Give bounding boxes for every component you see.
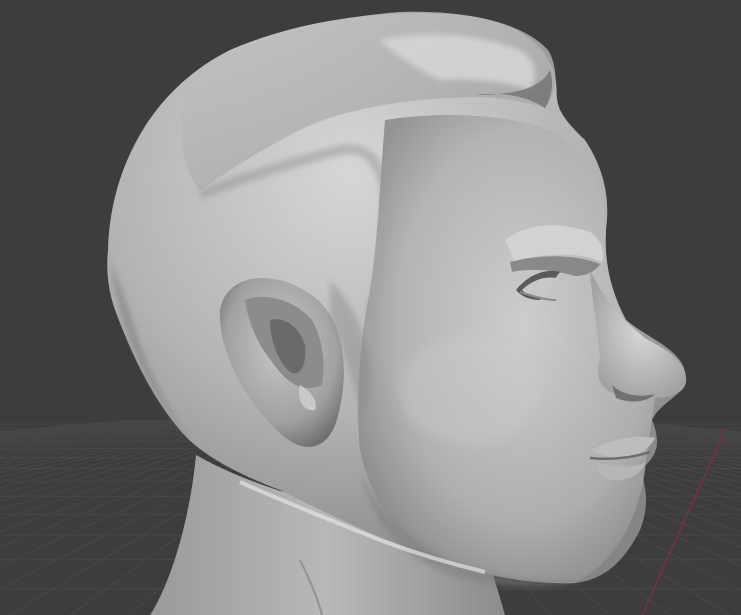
viewport-canvas[interactable]	[0, 0, 741, 615]
sculpt-model[interactable]	[107, 11, 687, 615]
3d-viewport[interactable]	[0, 0, 741, 615]
grid-line	[0, 419, 161, 438]
cheek-highlight	[400, 335, 540, 445]
grid-line	[0, 419, 167, 439]
